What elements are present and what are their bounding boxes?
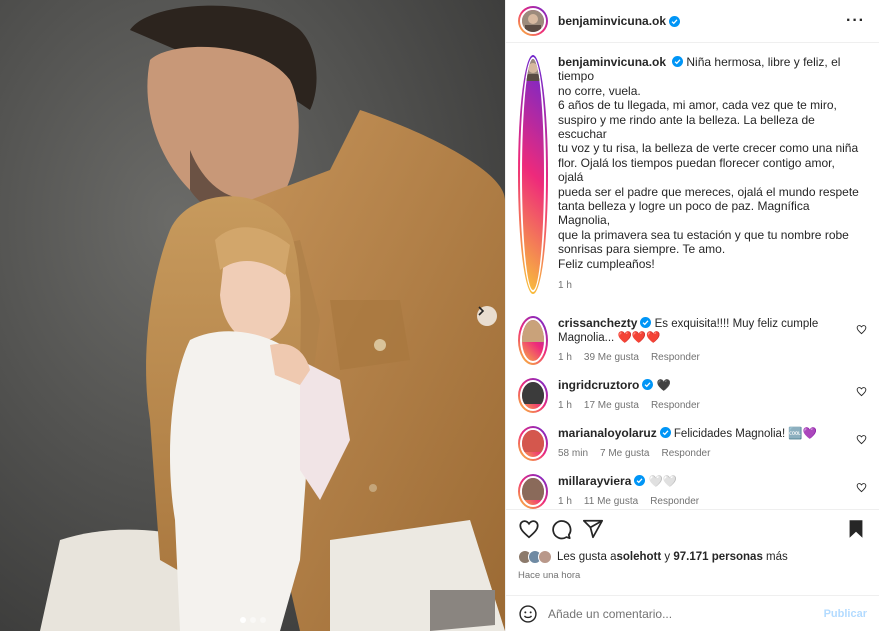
share-icon[interactable] xyxy=(582,518,604,540)
caption-line: flor. Ojalá los tiempos puedan florecer … xyxy=(558,155,835,185)
author-username[interactable]: benjaminvicuna.ok xyxy=(558,14,666,28)
avatar-image xyxy=(522,477,544,500)
caption-line: tu voz y tu risa, la belleza de verte cr… xyxy=(558,141,859,156)
emoji-icon[interactable] xyxy=(518,604,538,624)
caption-author-avatar[interactable] xyxy=(518,55,548,294)
comment-likes[interactable]: 17 Me gusta xyxy=(584,399,639,413)
post-header: benjaminvicuna.ok ··· xyxy=(506,0,879,43)
add-comment-bar: Publicar xyxy=(506,595,879,631)
like-comment-icon[interactable] xyxy=(856,482,867,493)
caption-line: 6 años de tu llegada, mi amor, cada vez … xyxy=(558,98,837,113)
reply-button[interactable]: Responder xyxy=(650,495,699,509)
action-bar xyxy=(506,510,879,548)
like-comment-icon[interactable] xyxy=(856,386,867,397)
photo-illustration xyxy=(0,0,505,631)
likes-summary[interactable]: Les gusta a solehott y 97.171 personas m… xyxy=(506,548,879,566)
carousel-next-button[interactable] xyxy=(477,306,497,326)
verified-badge-icon xyxy=(669,15,681,27)
caption-line: pueda ser el padre que mereces, ojalá el… xyxy=(558,184,859,199)
caption-timestamp[interactable]: 1 h xyxy=(558,279,863,293)
likes-prefix: Les gusta a xyxy=(557,551,617,563)
liker-avatars xyxy=(518,550,552,564)
caption-line: sonrisas para siempre. Te amo. xyxy=(558,242,726,257)
commenter-avatar[interactable] xyxy=(518,377,548,413)
caption-username[interactable]: benjaminvicuna.ok xyxy=(558,55,666,69)
avatar xyxy=(538,550,552,564)
post-footer: Les gusta a solehott y 97.171 personas m… xyxy=(506,509,879,631)
likes-suffix: más xyxy=(762,551,788,563)
post-side-panel: benjaminvicuna.ok ··· benjaminvicuna.ok … xyxy=(505,0,879,631)
verified-badge-icon xyxy=(659,426,671,438)
comment-icon[interactable] xyxy=(550,518,572,540)
avatar-image xyxy=(522,381,544,404)
verified-badge-icon xyxy=(642,378,654,390)
comments-scroll-area[interactable]: benjaminvicuna.ok Niña hermosa, libre y … xyxy=(506,43,879,509)
post-comment-button[interactable]: Publicar xyxy=(824,608,867,620)
comment-time[interactable]: 1 h xyxy=(558,399,572,413)
more-horizontal-icon[interactable]: ··· xyxy=(846,12,865,30)
comment-time[interactable]: 1 h xyxy=(558,495,572,509)
reply-button[interactable]: Responder xyxy=(651,351,700,365)
carousel-dot xyxy=(250,617,256,623)
comment-input[interactable] xyxy=(548,606,824,621)
avatar-image xyxy=(522,10,544,32)
commenter-avatar[interactable] xyxy=(518,425,548,461)
reply-button[interactable]: Responder xyxy=(662,447,711,461)
comment-item: crissanchezty Es exquisita!!!! Muy feliz… xyxy=(518,315,867,365)
likes-count[interactable]: 97.171 personas xyxy=(673,551,763,563)
caption-line: Feliz cumpleaños! xyxy=(558,256,655,271)
verified-badge-icon xyxy=(672,56,684,67)
caption-text: benjaminvicuna.ok Niña hermosa, libre y … xyxy=(558,55,863,271)
comment-time[interactable]: 1 h xyxy=(558,351,572,365)
like-comment-icon[interactable] xyxy=(856,324,867,335)
carousel-dot xyxy=(240,617,246,623)
comment-username[interactable]: millarayviera xyxy=(558,474,631,488)
like-comment-icon[interactable] xyxy=(856,434,867,445)
comment-time[interactable]: 58 min xyxy=(558,447,588,461)
comment-text: 🖤 xyxy=(656,379,671,392)
caption-line: que la primavera sea tu estación y que t… xyxy=(558,227,849,242)
comment-item: ingridcruztoro 🖤 1 h 17 Me gusta Responder xyxy=(518,377,867,413)
comment-item: marianaloyolaruz Felicidades Magnolia! 🆒… xyxy=(518,425,867,461)
verified-badge-icon xyxy=(634,474,646,486)
comment-likes[interactable]: 7 Me gusta xyxy=(600,447,649,461)
post-photo[interactable] xyxy=(0,0,505,631)
avatar-image xyxy=(522,59,544,81)
reply-button[interactable]: Responder xyxy=(651,399,700,413)
carousel-indicator xyxy=(240,617,266,623)
verified-badge-icon xyxy=(640,316,652,328)
comment-username[interactable]: ingridcruztoro xyxy=(558,378,639,392)
caption-line: no corre, vuela. xyxy=(558,83,641,98)
post-time-ago[interactable]: Hace una hora xyxy=(506,566,879,588)
commenter-avatar[interactable] xyxy=(518,473,548,509)
post-caption: benjaminvicuna.ok Niña hermosa, libre y … xyxy=(518,43,867,294)
comment-username[interactable]: marianaloyolaruz xyxy=(558,426,657,440)
avatar-image xyxy=(522,429,544,452)
likes-user[interactable]: solehott xyxy=(616,551,661,563)
comment-text: Felicidades Magnolia! 🆒💜 xyxy=(673,427,817,440)
author-avatar[interactable] xyxy=(518,6,548,36)
caption-line: tanta belleza y logre un poco de paz. Ma… xyxy=(558,199,810,228)
caption-line: suspiro y me rindo ante la belleza. La b… xyxy=(558,112,815,142)
chevron-right-icon xyxy=(478,306,485,316)
comment-text: Magnolia... ❤️❤️❤️ xyxy=(558,331,661,344)
heart-icon[interactable] xyxy=(518,518,540,540)
carousel-dot xyxy=(260,617,266,623)
comment-text: 🤍🤍 xyxy=(648,475,678,488)
likes-middle: y xyxy=(661,551,674,563)
comment-likes[interactable]: 11 Me gusta xyxy=(584,495,638,509)
commenter-avatar[interactable] xyxy=(518,315,548,365)
avatar-image xyxy=(522,319,544,342)
comment-item: millarayviera 🤍🤍 1 h 11 Me gusta Responder xyxy=(518,473,867,509)
comment-text: Es exquisita!!!! Muy feliz cumple xyxy=(654,317,819,330)
comment-likes[interactable]: 39 Me gusta xyxy=(584,351,639,365)
comment-username[interactable]: crissanchezty xyxy=(558,316,637,330)
bookmark-icon[interactable] xyxy=(845,518,867,540)
